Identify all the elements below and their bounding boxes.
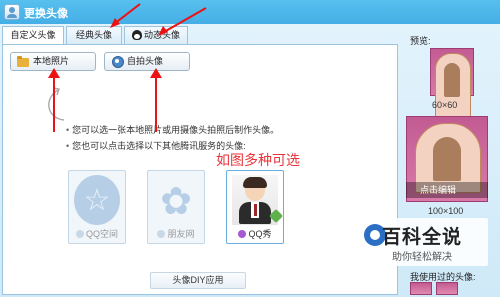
click-edit-overlay[interactable]: 点击编辑 (406, 182, 488, 198)
tab-label: 自定义头像 (10, 30, 56, 40)
preview-small-image (430, 48, 474, 121)
watermark-title: 百科全说 (381, 227, 462, 248)
watermark-subtitle: 助你轻松解决 (392, 252, 452, 263)
tab-custom-avatar[interactable]: 自定义头像 (2, 26, 64, 45)
avatar-app-icon (4, 4, 20, 20)
used-avatar-thumb[interactable] (410, 282, 432, 295)
service-qqshow[interactable]: QQ秀 (226, 170, 284, 244)
annotation-text: 如图多种可选 (216, 153, 300, 169)
service-label: QQ秀 (248, 229, 272, 239)
folder-icon (17, 56, 29, 67)
qzone-icon (74, 175, 120, 225)
service-label: 朋友网 (167, 229, 195, 239)
size-large-label: 100×100 (428, 206, 464, 216)
service-label: QQ空间 (85, 229, 118, 239)
titlebar: 更换头像 (0, 0, 500, 24)
tip-line-1: • 您可以选一张本地照片或用摄像头拍照后制作头像。 (66, 125, 280, 135)
service-qzone[interactable]: QQ空间 (68, 170, 126, 244)
change-avatar-window: 更换头像 自定义头像 经典头像 动态头像 本地照片 自拍头像 • 您可以选一张本地… (0, 0, 500, 297)
size-small-label: 60×60 (432, 100, 458, 110)
window-title: 更换头像 (24, 8, 68, 20)
pengyou-flower-icon (153, 175, 199, 225)
avatar-diy-button[interactable]: 头像DIY应用 (150, 272, 246, 289)
preview-label: 预览: (410, 36, 431, 46)
service-pengyou[interactable]: 朋友网 (147, 170, 205, 244)
qzone-mark-icon (75, 230, 84, 238)
qqshow-mark-icon (238, 230, 247, 238)
pengyou-mark-icon (157, 230, 166, 238)
watermark: 百科全说 助你轻松解决 (362, 218, 488, 266)
used-avatar-thumb[interactable] (436, 282, 458, 295)
camera-icon (111, 56, 124, 68)
